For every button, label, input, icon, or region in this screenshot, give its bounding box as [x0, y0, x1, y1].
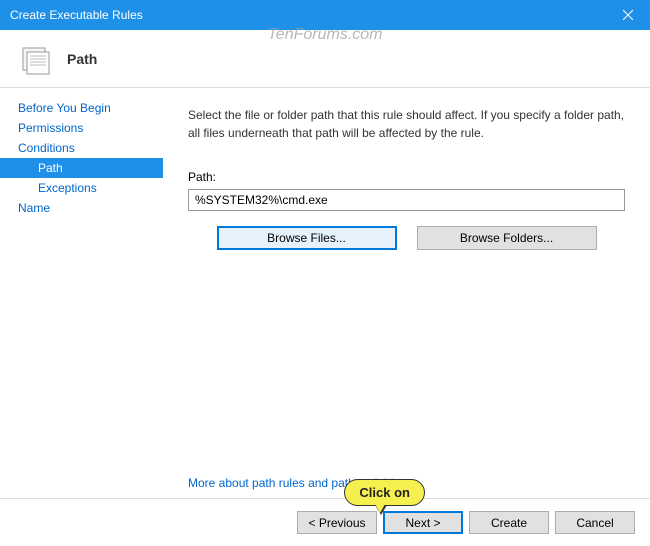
- main-panel: Select the file or folder path that this…: [163, 88, 650, 498]
- close-button[interactable]: [605, 0, 650, 30]
- close-icon: [623, 10, 633, 20]
- wizard-header: Path: [0, 30, 650, 88]
- content-area: Before You Begin Permissions Conditions …: [0, 88, 650, 498]
- previous-button[interactable]: < Previous: [297, 511, 377, 534]
- path-label: Path:: [188, 170, 625, 184]
- wizard-sidebar: Before You Begin Permissions Conditions …: [0, 88, 163, 498]
- annotation-callout: Click on: [344, 479, 425, 506]
- browse-files-button[interactable]: Browse Files...: [217, 226, 397, 250]
- sidebar-item-permissions[interactable]: Permissions: [0, 118, 163, 138]
- path-icon: [20, 43, 52, 75]
- sidebar-item-before-you-begin[interactable]: Before You Begin: [0, 98, 163, 118]
- wizard-footer: < Previous Next > Create Cancel: [0, 498, 650, 546]
- description-text: Select the file or folder path that this…: [188, 106, 625, 142]
- sidebar-item-conditions[interactable]: Conditions: [0, 138, 163, 158]
- page-title: Path: [67, 51, 97, 67]
- cancel-button[interactable]: Cancel: [555, 511, 635, 534]
- path-input[interactable]: [188, 189, 625, 211]
- browse-folders-button[interactable]: Browse Folders...: [417, 226, 597, 250]
- titlebar: Create Executable Rules: [0, 0, 650, 30]
- sidebar-item-name[interactable]: Name: [0, 198, 163, 218]
- window-title: Create Executable Rules: [10, 8, 605, 22]
- sidebar-item-path[interactable]: Path: [0, 158, 163, 178]
- next-button[interactable]: Next >: [383, 511, 463, 534]
- sidebar-item-exceptions[interactable]: Exceptions: [0, 178, 163, 198]
- create-button[interactable]: Create: [469, 511, 549, 534]
- browse-buttons-row: Browse Files... Browse Folders...: [188, 226, 625, 250]
